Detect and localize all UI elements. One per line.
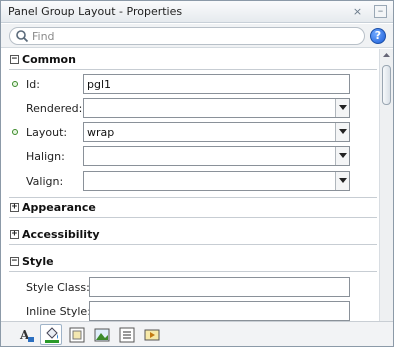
close-icon[interactable]: × — [351, 5, 364, 18]
id-label: Id: — [26, 78, 40, 91]
chevron-down-icon — [339, 105, 347, 110]
search-icon — [16, 30, 29, 43]
property-list: − Common Id: Rendered: Layout: wrap Hali… — [1, 49, 379, 321]
required-field-icon — [12, 81, 18, 87]
section-divider — [9, 69, 377, 70]
image-background-button[interactable] — [90, 324, 112, 345]
panel-titlebar: Panel Group Layout - Properties × – — [1, 1, 393, 23]
collapse-icon[interactable]: − — [10, 55, 19, 64]
required-field-icon — [12, 129, 18, 135]
chevron-down-icon — [339, 178, 347, 183]
section-common[interactable]: − Common — [1, 50, 379, 70]
rendered-label: Rendered: — [26, 102, 83, 115]
rendered-select[interactable] — [83, 98, 350, 118]
media-icon — [144, 329, 160, 341]
color-fill-button[interactable] — [40, 324, 62, 345]
list-layout-icon — [119, 327, 135, 343]
style-class-label: Style Class: — [26, 281, 90, 294]
section-common-title: Common — [22, 53, 76, 66]
valign-label: Valign: — [26, 175, 64, 188]
minimize-icon[interactable]: – — [374, 5, 387, 18]
style-class-input[interactable] — [89, 277, 350, 297]
section-divider — [9, 244, 377, 245]
section-style[interactable]: − Style — [1, 252, 379, 272]
search-input[interactable] — [32, 29, 352, 43]
expand-icon[interactable]: + — [10, 230, 19, 239]
text-style-button[interactable]: A — [15, 324, 37, 345]
box-model-icon — [69, 327, 85, 343]
layout-value: wrap — [87, 126, 115, 139]
scroll-up-icon[interactable] — [380, 49, 393, 62]
halign-label: Halign: — [26, 150, 65, 163]
chevron-down-icon — [339, 153, 347, 158]
color-fill-icon — [45, 327, 59, 343]
dropdown-button[interactable] — [335, 147, 349, 165]
inline-style-label: Inline Style: — [26, 305, 91, 318]
dropdown-button[interactable] — [335, 123, 349, 141]
inline-style-input[interactable] — [89, 301, 350, 321]
section-style-title: Style — [22, 255, 54, 268]
help-icon[interactable]: ? — [370, 28, 386, 44]
layout-select[interactable]: wrap — [83, 122, 350, 142]
style-toolbar: A — [1, 321, 393, 346]
image-background-icon — [94, 328, 110, 342]
search-box[interactable] — [9, 27, 365, 45]
section-appearance-title: Appearance — [22, 201, 96, 214]
chevron-down-icon — [339, 129, 347, 134]
section-appearance[interactable]: + Appearance — [1, 198, 379, 218]
box-model-button[interactable] — [65, 324, 87, 345]
id-input[interactable] — [83, 74, 350, 94]
section-accessibility[interactable]: + Accessibility — [1, 225, 379, 245]
valign-select[interactable] — [83, 171, 350, 191]
dropdown-button[interactable] — [335, 99, 349, 117]
text-style-icon: A — [19, 328, 34, 342]
vertical-scrollbar[interactable] — [379, 49, 393, 321]
dropdown-button[interactable] — [335, 172, 349, 190]
media-button[interactable] — [140, 324, 162, 345]
search-bar: ? — [1, 24, 393, 48]
panel-title: Panel Group Layout - Properties — [8, 5, 183, 18]
section-accessibility-title: Accessibility — [22, 228, 100, 241]
properties-panel: Panel Group Layout - Properties × – ? − … — [0, 0, 394, 347]
expand-icon[interactable]: + — [10, 203, 19, 212]
scroll-thumb[interactable] — [382, 65, 391, 105]
list-layout-button[interactable] — [115, 324, 137, 345]
section-divider — [9, 271, 377, 272]
collapse-icon[interactable]: − — [10, 257, 19, 266]
section-divider — [9, 217, 377, 218]
halign-select[interactable] — [83, 146, 350, 166]
layout-label: Layout: — [26, 126, 68, 139]
